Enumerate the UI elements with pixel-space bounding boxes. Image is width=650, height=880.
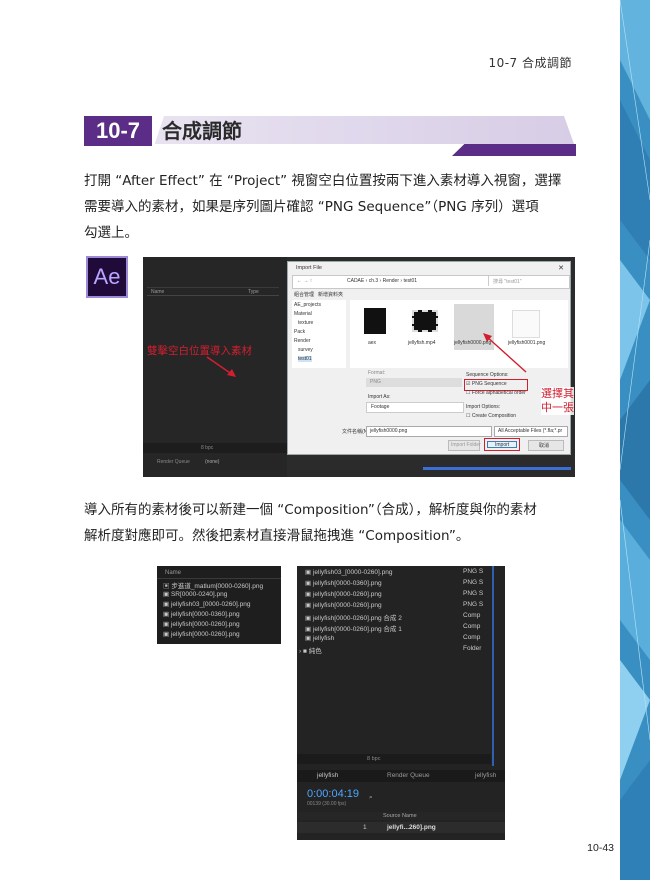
section-number: 10-7 (84, 116, 152, 146)
format-label: Format: (368, 370, 386, 376)
paragraph-line: 勾選上。 (84, 225, 138, 241)
folder-item[interactable]: texture (298, 320, 313, 326)
comp-none-tab[interactable]: (none) (205, 459, 219, 465)
new-folder-button[interactable]: 新增資料夾 (318, 291, 343, 298)
project-footer (297, 754, 491, 764)
type-cell: Folder (463, 645, 482, 652)
organize-menu[interactable]: 組合管理 (294, 291, 314, 298)
divider (147, 295, 279, 296)
folder-tree: AE_projects Material texture Pack Render… (292, 300, 346, 368)
file-label: jellyfish.mp4 (408, 340, 436, 346)
running-head: 10-7 合成調節 (488, 56, 572, 70)
cancel-button[interactable]: 取消 (528, 440, 564, 451)
list-item[interactable]: ▣ jellyfish[0000-0260].png 合成 2 (305, 612, 402, 622)
folder-item[interactable]: › ■ 純色 (299, 645, 322, 655)
force-alpha-checkbox[interactable]: ☐ Force alphabetical order (466, 390, 526, 396)
paragraph-line: 解析度對應即可。然後把素材直接滑鼠拖拽進 “Composition”。 (84, 528, 470, 544)
create-composition-checkbox[interactable]: ☐ Create Composition (466, 413, 516, 419)
search-icon[interactable]: ⌕ (369, 794, 373, 802)
sequence-options-label: Sequence Options: (466, 372, 509, 378)
folder-item[interactable]: Pack (294, 329, 305, 335)
paragraph-line: 導入所有的素材後可以新建一個 “Composition”（合成），解析度與你的素… (84, 502, 537, 518)
file-icon-aex[interactable] (364, 308, 386, 334)
timecode-frames: 00139 (30.00 fps) (307, 801, 347, 807)
layer-row[interactable]: 1 jellyfi...260].png (297, 822, 505, 833)
video-file-icon[interactable] (412, 310, 438, 332)
import-button[interactable]: Import (487, 441, 517, 448)
project-panel-screenshot: ▣ jellyfish03_[0000-0260].png PNG S ▣ je… (297, 566, 505, 840)
render-queue-tab[interactable]: Render Queue (157, 459, 190, 465)
list-item[interactable]: ▣ 步進道_matlum[0000-0260].png (163, 580, 263, 590)
panel-edge (492, 566, 494, 766)
list-item[interactable]: ▣ jellyfish[0000-0260].png 合成 1 (305, 623, 402, 633)
timeline-bar (423, 467, 571, 470)
type-cell: PNG S (463, 568, 484, 575)
project-list: ▣ jellyfish03_[0000-0260].png PNG S ▣ je… (297, 566, 491, 664)
search-input[interactable]: 搜尋 "test01" (488, 276, 567, 286)
import-as-select[interactable]: Footage (366, 402, 464, 413)
annotation-arrow-left (206, 356, 236, 377)
import-options-label: Import Options: (466, 404, 501, 410)
bpc-label: 8 bpc (367, 756, 381, 762)
timeline-tabs: jellyfish Render Queue jellyfish (297, 770, 505, 782)
import-file-dialog: Import File ✕ ← → ↑ CADAE › ch.3 › Rende… (287, 261, 571, 455)
list-item[interactable]: ▣ SR[0000-0240].png (163, 590, 227, 598)
section-heading-bar (144, 116, 574, 146)
paragraph-line: 打開 “After Effect” 在 “Project” 視窗空白位置按兩下進… (84, 173, 562, 189)
list-item[interactable]: ▣ jellyfish03_[0000-0260].png (163, 600, 250, 608)
after-effects-logo: Ae (86, 256, 128, 298)
folder-item[interactable]: AE_projects (294, 302, 321, 308)
file-label: aex (368, 340, 377, 346)
format-select[interactable]: PNG (366, 378, 462, 387)
list-item[interactable]: ▣ jellyfish[0000-0360].png (305, 579, 382, 587)
tab-jellyfish-right[interactable]: jellyfish (475, 772, 496, 779)
column-name: Name (165, 570, 182, 576)
import-dialog-screenshot: Name Type 雙擊空白位置導入素材 8 bpc Render Queue … (143, 257, 575, 477)
page-number: 10-43 (587, 842, 614, 854)
list-item[interactable]: ▣ jellyfish03_[0000-0260].png (305, 568, 392, 576)
import-folder-button[interactable]: Import Folder (448, 440, 481, 451)
png-sequence-checkbox[interactable]: ☑ PNG Sequence (466, 381, 507, 387)
project-search[interactable] (147, 279, 279, 288)
divider (157, 578, 281, 579)
timecode[interactable]: 0:00:04:19 (307, 788, 359, 800)
folder-item[interactable]: survey (298, 347, 313, 353)
layer-header: Source Name (297, 812, 505, 820)
decorative-side-strip (620, 0, 650, 880)
project-panel-screenshot-small: Name ▣ 步進道_matlum[0000-0260].png ▣ SR[00… (157, 566, 281, 644)
back-icon[interactable]: ← → ↑ (297, 278, 312, 284)
list-item[interactable]: ▣ jellyfish[0000-0260].png (305, 601, 382, 609)
type-cell: Comp (463, 612, 481, 619)
list-item[interactable]: ▣ jellyfish[0000-0260].png (305, 590, 382, 598)
list-item[interactable]: ▣ jellyfish[0000-0260].png (163, 630, 240, 638)
tab-render-queue[interactable]: Render Queue (387, 772, 430, 779)
tab-jellyfish-comp[interactable]: jellyfish (317, 772, 338, 779)
list-item[interactable]: ▣ jellyfish (305, 634, 334, 642)
type-cell: Comp (463, 623, 481, 630)
bpc-label: 8 bpc (201, 445, 214, 451)
type-cell: PNG S (463, 601, 484, 608)
section-title: 合成調節 (162, 119, 242, 143)
close-icon[interactable]: ✕ (558, 264, 564, 272)
list-item[interactable]: ▣ jellyfish[0000-0260].png (163, 620, 240, 628)
section-heading-accent (452, 144, 576, 156)
type-cell: PNG S (463, 579, 484, 586)
type-cell: Comp (463, 634, 481, 641)
list-item[interactable]: ▣ jellyfish[0000-0360].png (163, 610, 240, 618)
folder-item[interactable]: Render (294, 338, 310, 344)
import-as-label: Import As: (368, 394, 391, 400)
file-type-select[interactable]: All Acceptable Files (*.fla;*.pr (494, 426, 568, 437)
project-footer (143, 443, 287, 453)
breadcrumb[interactable]: CADAE › ch.3 › Render › test01 (347, 278, 417, 284)
type-cell: PNG S (463, 590, 484, 597)
folder-item-selected[interactable]: test01 (298, 356, 312, 362)
folder-item[interactable]: Material (294, 311, 312, 317)
paragraph-line: 需要導入的素材，如果是序列圖片確認 “PNG Sequence”（PNG 序列）… (84, 199, 539, 215)
filename-input[interactable]: jellyfish0000.png (366, 426, 492, 437)
annotation-select-one: 選擇其 中一張 (541, 387, 574, 415)
dialog-title: Import File (296, 265, 322, 271)
